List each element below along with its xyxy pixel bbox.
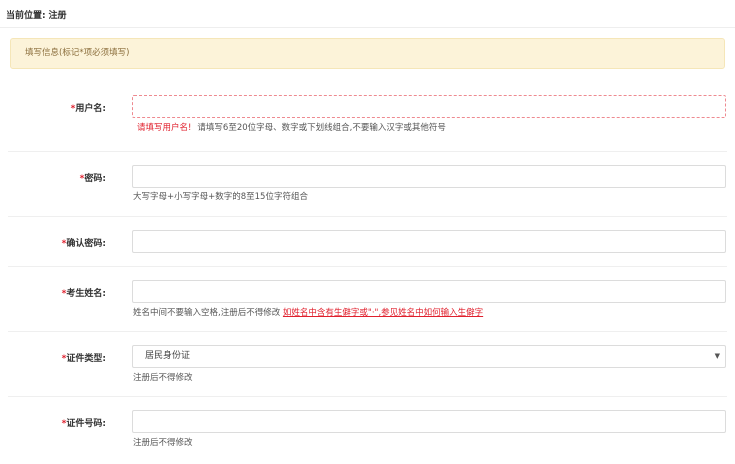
confirm-password-label: *确认密码:: [61, 239, 106, 249]
header-divider: [0, 27, 735, 28]
rare-character-help-link[interactable]: 如姓名中含有生僻字或"·",参见姓名中如何输入生僻字: [283, 308, 483, 318]
name-label: *考生姓名:: [61, 289, 106, 299]
password-input[interactable]: [132, 165, 726, 188]
divider: [8, 216, 727, 217]
confirm-password-input[interactable]: [132, 230, 726, 253]
username-help: 请填写用户名! 请填写6至20位字母、数字或下划线组合,不要输入汉字或其他符号: [137, 123, 446, 133]
breadcrumb-label: 当前位置:: [6, 11, 46, 21]
name-input[interactable]: [132, 280, 726, 303]
id-number-label: *证件号码:: [61, 419, 106, 429]
divider: [8, 331, 727, 332]
divider: [8, 266, 727, 267]
id-type-select[interactable]: 居民身份证 ▼: [132, 345, 726, 368]
notice-banner: 填写信息(标记*项必须填写): [10, 38, 725, 69]
username-label: *用户名:: [70, 104, 106, 114]
id-type-help: 注册后不得修改: [133, 373, 193, 383]
username-input[interactable]: [132, 95, 726, 118]
id-type-label: *证件类型:: [61, 354, 106, 364]
password-label: *密码:: [79, 174, 106, 184]
divider: [8, 396, 727, 397]
id-number-help: 注册后不得修改: [133, 438, 193, 448]
username-error: 请填写用户名!: [137, 123, 192, 133]
breadcrumb: 当前位置: 注册: [6, 8, 67, 21]
name-help: 姓名中间不要输入空格,注册后不得修改 如姓名中含有生僻字或"·",参见姓名中如何…: [133, 308, 484, 318]
breadcrumb-current: 注册: [48, 11, 67, 21]
id-type-selected: 居民身份证: [145, 351, 191, 361]
id-number-input[interactable]: [132, 410, 726, 433]
divider: [8, 151, 727, 152]
password-help: 大写字母+小写字母+数字的8至15位字符组合: [133, 192, 308, 202]
chevron-down-icon: ▼: [714, 352, 720, 360]
